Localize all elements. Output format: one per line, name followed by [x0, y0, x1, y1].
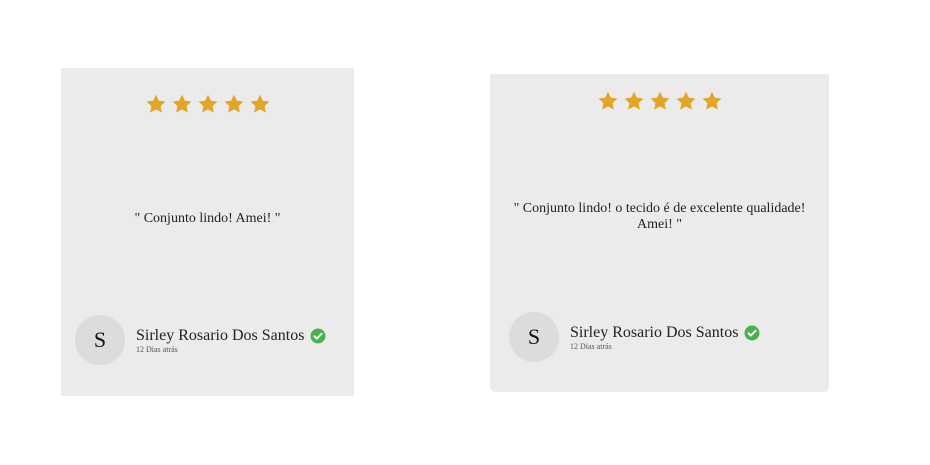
review-card: " Conjunto lindo! o tecido é de excelent…	[490, 74, 829, 392]
avatar: S	[509, 312, 559, 362]
avatar: S	[75, 315, 125, 365]
review-date: 12 Dias atrás	[136, 344, 178, 354]
review-author: S Sirley Rosario Dos Santos 12 Dias atrá…	[75, 315, 326, 365]
author-info: Sirley Rosario Dos Santos 12 Dias atrás	[570, 324, 760, 351]
author-name-row: Sirley Rosario Dos Santos	[570, 324, 760, 342]
review-text: " Conjunto lindo! o tecido é de excelent…	[513, 201, 806, 232]
star-icon	[649, 90, 671, 112]
review-author: S Sirley Rosario Dos Santos 12 Dias atrá…	[509, 312, 760, 362]
rating-stars	[61, 93, 354, 115]
author-name: Sirley Rosario Dos Santos	[570, 323, 739, 341]
rating-stars	[490, 90, 829, 112]
star-icon	[623, 90, 645, 112]
review-card: " Conjunto lindo! Amei! " S Sirley Rosar…	[61, 68, 354, 396]
review-text: " Conjunto lindo! Amei! "	[134, 211, 281, 226]
star-icon	[197, 93, 219, 115]
author-name: Sirley Rosario Dos Santos	[136, 326, 305, 344]
star-icon	[171, 93, 193, 115]
author-info: Sirley Rosario Dos Santos 12 Dias atrás	[136, 327, 326, 354]
author-name-row: Sirley Rosario Dos Santos	[136, 327, 326, 345]
star-icon	[145, 93, 167, 115]
star-icon	[249, 93, 271, 115]
star-icon	[597, 90, 619, 112]
review-date: 12 Dias atrás	[570, 341, 612, 351]
star-icon	[675, 90, 697, 112]
check-circle-icon	[744, 325, 760, 341]
star-icon	[701, 90, 723, 112]
check-circle-icon	[310, 328, 326, 344]
star-icon	[223, 93, 245, 115]
